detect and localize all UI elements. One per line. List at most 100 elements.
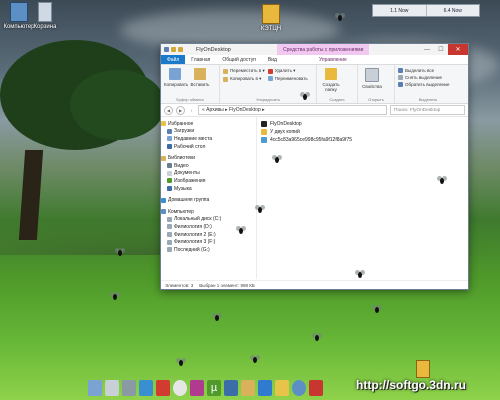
forward-button[interactable]: ▶ xyxy=(176,105,185,115)
ribbon: Копировать Вставить Буфер обмена Перемес… xyxy=(161,65,468,104)
file-item[interactable]: 4cc5c83a965ce998c95fa9f12f8a9f75 xyxy=(261,136,464,144)
select-none-button[interactable]: Снять выделение xyxy=(398,75,449,80)
music-icon xyxy=(167,186,172,192)
dock-app-icon[interactable] xyxy=(139,380,153,396)
fly xyxy=(176,358,186,367)
nav-video[interactable]: Видео xyxy=(161,162,256,170)
nav-label: Видео xyxy=(174,162,189,169)
video-icon xyxy=(167,163,172,169)
dock-app-icon[interactable] xyxy=(173,380,187,396)
nav-drive[interactable]: Последний (G:) xyxy=(161,246,256,254)
title-bar[interactable]: FlyOnDesktop Средства работы с приложени… xyxy=(161,44,468,55)
computer-icon xyxy=(161,209,166,215)
star-icon xyxy=(161,121,166,127)
maximize-button[interactable]: ☐ xyxy=(434,44,448,55)
invert-selection-label: Обратить выделение xyxy=(405,82,450,87)
recent-places-icon xyxy=(167,136,172,142)
properties-label: Свойства xyxy=(362,84,382,89)
nav-label: Документы xyxy=(174,170,200,177)
nav-music[interactable]: Музыка xyxy=(161,185,256,193)
desktop-icon-recycle-bin[interactable]: Корзина xyxy=(28,2,62,30)
widget-left[interactable]: 1.1 Now xyxy=(373,5,427,16)
fly xyxy=(255,205,265,214)
drive-icon xyxy=(167,239,172,245)
status-selected: Выбран 1 элемент: 998 КБ xyxy=(199,282,255,288)
dock-app-icon[interactable] xyxy=(258,380,272,396)
tree-crown xyxy=(70,70,165,140)
fly xyxy=(335,13,345,22)
dock-app-icon[interactable] xyxy=(309,380,323,396)
new-folder-label: Создать папку xyxy=(322,82,340,92)
up-button[interactable]: ↑ xyxy=(188,107,195,114)
move-to-button[interactable]: Переместить в ▾ xyxy=(223,68,265,74)
back-button[interactable]: ◀ xyxy=(164,105,173,115)
desktop-icon-label: КЭТЦН xyxy=(260,26,282,32)
search-input[interactable]: Поиск: FlyOnDesktop xyxy=(390,105,465,115)
app-icon xyxy=(261,121,267,127)
nav-recent[interactable]: Недавние места xyxy=(161,135,256,143)
nav-label: Загрузки xyxy=(174,128,195,135)
nav-computer[interactable]: Компьютер xyxy=(161,208,256,216)
tab-share[interactable]: Общий доступ xyxy=(216,55,262,64)
fly xyxy=(110,292,120,301)
content-area: Избранное Загрузки Недавние места Рабочи… xyxy=(161,117,468,279)
dock-app-icon[interactable] xyxy=(88,380,102,396)
file-item[interactable]: У двух копий xyxy=(261,128,464,136)
file-name: FlyOnDesktop xyxy=(270,121,302,127)
nav-libraries[interactable]: Библиотеки xyxy=(161,154,256,162)
address-bar[interactable]: « Архивы ▸ FlyOnDesktop ▸ xyxy=(198,105,387,115)
nav-favorites[interactable]: Избранное xyxy=(161,120,256,128)
select-all-button[interactable]: Выделить все xyxy=(398,68,449,73)
nav-downloads[interactable]: Загрузки xyxy=(161,128,256,136)
minimize-button[interactable]: — xyxy=(420,44,434,55)
tab-manage[interactable]: Управление xyxy=(313,55,353,64)
properties-icon xyxy=(365,68,379,82)
nav-drive[interactable]: Филиология 3 (F:) xyxy=(161,238,256,246)
tab-view[interactable]: Вид xyxy=(262,55,283,64)
dock-app-icon[interactable] xyxy=(241,380,255,396)
tab-file[interactable]: Файл xyxy=(161,55,186,64)
properties-icon[interactable] xyxy=(164,47,169,52)
new-folder-icon xyxy=(325,68,337,80)
utorrent-icon[interactable]: µ xyxy=(207,380,221,396)
top-widget[interactable]: 1.1 Now 6.4 Now xyxy=(372,4,480,17)
dock-app-icon[interactable] xyxy=(224,380,238,396)
address-row: ◀ ▶ ↑ « Архивы ▸ FlyOnDesktop ▸ Поиск: F… xyxy=(161,104,468,117)
file-name: 4cc5c83a965ce998c95fa9f12f8a9f75 xyxy=(270,137,353,143)
nav-label: Филиология 3 (F:) xyxy=(174,239,216,246)
nav-label: Недавние места xyxy=(174,135,213,142)
drive-icon xyxy=(167,216,172,222)
dock-app-icon[interactable] xyxy=(275,380,289,396)
drive-icon xyxy=(167,247,172,253)
tab-home[interactable]: Главная xyxy=(185,55,216,64)
computer-icon xyxy=(10,2,28,22)
nav-pictures[interactable]: Изображения xyxy=(161,177,256,185)
group-label: Буфер обмена xyxy=(176,97,204,102)
desktop-icon-folder[interactable]: КЭТЦН xyxy=(254,4,288,32)
nav-drive[interactable]: Локальный диск (C:) xyxy=(161,216,256,224)
delete-button[interactable]: Удалить ▾ xyxy=(267,68,308,74)
nav-homegroup[interactable]: Домашняя группа xyxy=(161,196,256,204)
invert-selection-button[interactable]: Обратить выделение xyxy=(398,82,449,87)
window-title: FlyOnDesktop xyxy=(196,46,231,53)
copy-to-button[interactable]: Копировать в ▾ xyxy=(223,76,265,82)
dock-app-icon[interactable] xyxy=(156,380,170,396)
nav-label: Филиология (D:) xyxy=(174,223,212,230)
copy-to-label: Копировать в ▾ xyxy=(230,76,262,81)
folder-icon[interactable] xyxy=(178,47,183,52)
rename-icon xyxy=(267,76,273,81)
nav-documents[interactable]: Документы xyxy=(161,170,256,178)
move-icon xyxy=(223,68,228,74)
widget-right[interactable]: 6.4 Now xyxy=(427,5,480,16)
folder-icon[interactable] xyxy=(171,47,176,52)
close-button[interactable]: ✕ xyxy=(448,44,468,55)
rename-button[interactable]: Переименовать xyxy=(267,76,308,81)
dock-app-icon[interactable] xyxy=(105,380,119,396)
desktop-icon xyxy=(167,144,172,150)
dock-app-icon[interactable] xyxy=(292,380,306,396)
dock-app-icon[interactable] xyxy=(190,380,204,396)
folder-icon[interactable] xyxy=(416,360,430,378)
dock-app-icon[interactable] xyxy=(122,380,136,396)
nav-desktop[interactable]: Рабочий стол xyxy=(161,143,256,151)
file-item[interactable]: FlyOnDesktop xyxy=(261,120,464,128)
